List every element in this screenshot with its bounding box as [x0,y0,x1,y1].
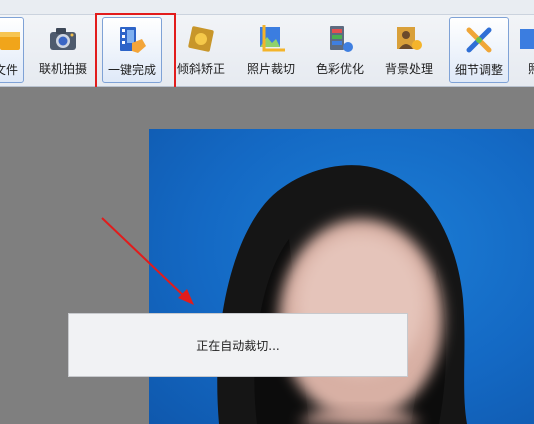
progress-message: 正在自动裁切... [196,338,280,353]
progress-dialog: 正在自动裁切... [68,313,408,377]
